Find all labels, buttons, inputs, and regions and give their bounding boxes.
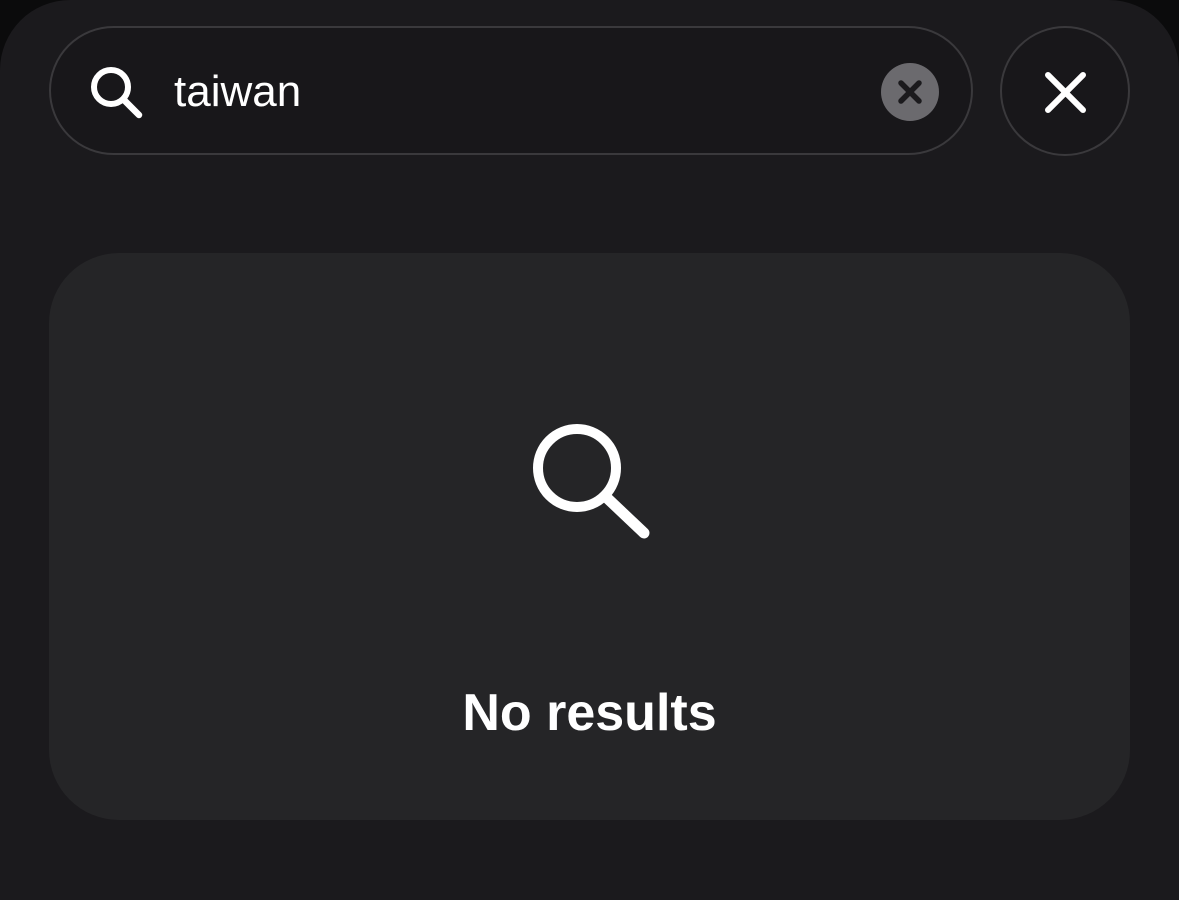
search-input[interactable] (174, 58, 854, 126)
close-icon (1045, 72, 1086, 113)
clear-search-button[interactable] (881, 63, 939, 121)
results-panel: No results (49, 253, 1130, 820)
clear-icon (898, 80, 922, 104)
search-sheet: No results (0, 0, 1179, 900)
no-results-message: No results (462, 684, 717, 742)
search-icon (527, 418, 657, 548)
search-bar[interactable] (49, 26, 973, 155)
search-icon (87, 63, 147, 123)
close-button[interactable] (1000, 26, 1130, 156)
